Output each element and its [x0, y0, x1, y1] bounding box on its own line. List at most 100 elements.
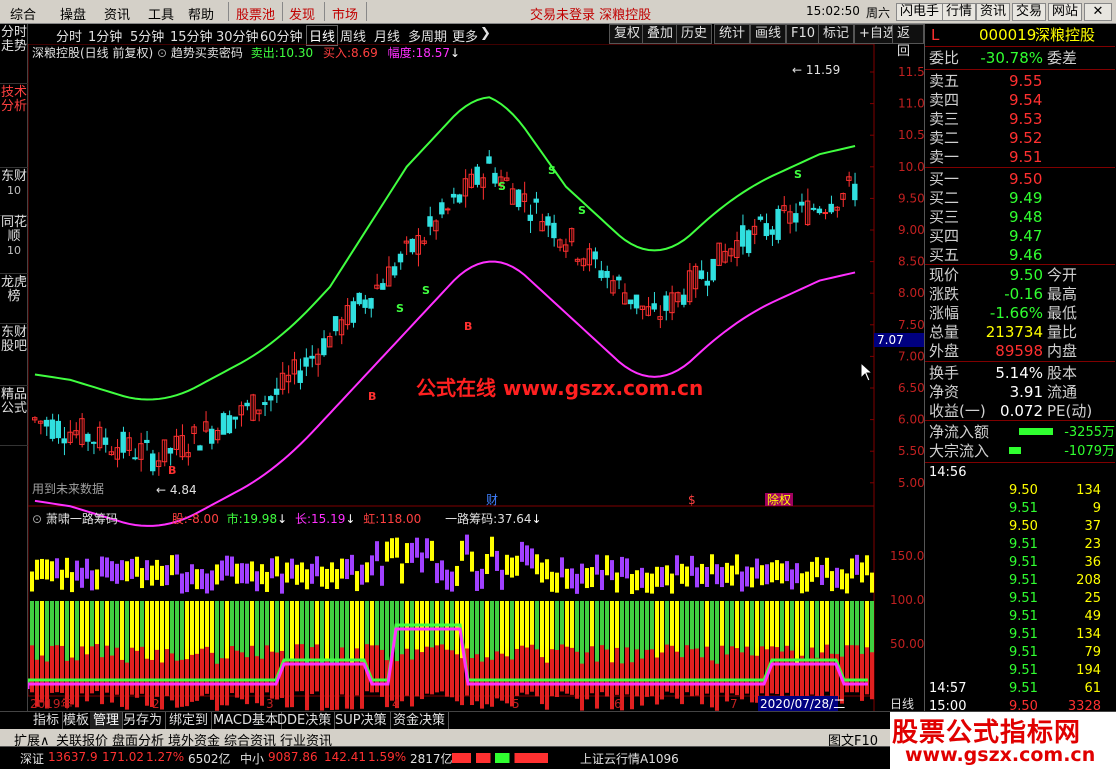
tick-price: 9.51	[1009, 555, 1038, 570]
tab-formulas[interactable]: 精品公式	[0, 386, 28, 446]
ask-row[interactable]: 卖四 9.54	[925, 91, 1115, 110]
period-multi[interactable]: 多周期	[408, 26, 447, 45]
zx-index-change: 142.41	[324, 750, 366, 764]
chip-top-bar	[500, 569, 504, 590]
bid-row[interactable]: 买一 9.50	[925, 170, 1115, 189]
tab-intraday[interactable]: 分时走势	[0, 24, 28, 84]
news-button[interactable]: 资讯	[976, 3, 1011, 21]
menu-item-bangzhu[interactable]: 帮助	[188, 4, 214, 23]
menu-item-zixun[interactable]: 资讯	[104, 4, 130, 23]
cloud-quote-ticker[interactable]: 上证云行情A1096	[580, 750, 679, 767]
period-15min[interactable]: 15分钟	[170, 26, 213, 45]
chip-bar	[545, 662, 549, 710]
buy-value: 8.69	[351, 46, 378, 60]
tab-bind-to[interactable]: 绑定到	[166, 712, 213, 730]
menu-item-faxian[interactable]: 发现	[289, 4, 315, 23]
tab-longhubang[interactable]: 龙虎榜	[0, 274, 28, 324]
formula-name[interactable]: 趋势买卖密码	[171, 46, 243, 60]
stat-row: 外盘 89598 内盘	[925, 342, 1115, 361]
trade-signal-marker: S	[578, 204, 586, 217]
price-tick-label: 11.00	[898, 97, 924, 111]
arrow-down-icon: ↓	[449, 46, 461, 60]
chip-bar	[675, 651, 679, 699]
candle-body	[598, 270, 604, 279]
tab-sup[interactable]: SUP决策	[332, 712, 391, 730]
menu-item-shichang[interactable]: 市场	[332, 4, 358, 23]
chip-top-bar	[740, 571, 744, 592]
lightning-trade-button[interactable]: 闪电手	[896, 3, 944, 21]
chip-top-bar	[75, 560, 79, 581]
chevron-right-icon[interactable]: ❯	[480, 26, 491, 41]
period-weekly[interactable]: 周线	[340, 26, 366, 45]
period-more[interactable]: 更多	[452, 26, 478, 45]
chip-top-bar	[80, 567, 84, 588]
tab-guba[interactable]: 东财股吧	[0, 324, 28, 386]
tab-template[interactable]: 模板	[60, 712, 94, 730]
trade-button[interactable]: 交易	[1012, 3, 1047, 21]
sz-index-name[interactable]: 深证	[20, 750, 44, 767]
sub-e-value: 37.64	[497, 512, 532, 526]
tab-macd[interactable]: MACD基本	[210, 712, 282, 730]
tab-manage[interactable]: 管理	[90, 712, 124, 730]
chip-bar	[220, 658, 224, 706]
bid-row[interactable]: 买四 9.47	[925, 227, 1115, 246]
tool-f10[interactable]: F10	[786, 24, 821, 44]
tool-overlay[interactable]: 叠加	[642, 24, 679, 44]
tool-fuquan[interactable]: 复权	[609, 24, 646, 44]
ask-row[interactable]: 卖五 9.55	[925, 72, 1115, 91]
candle-body	[309, 355, 315, 359]
website-button[interactable]: 网站	[1048, 3, 1083, 21]
tool-mark[interactable]: 标记	[818, 24, 855, 44]
tool-draw[interactable]: 画线	[750, 24, 787, 44]
candle-body	[439, 202, 445, 215]
menu-item-caopan[interactable]: 操盘	[60, 4, 86, 23]
period-fenshi[interactable]: 分时	[56, 26, 82, 45]
chip-bar	[195, 653, 199, 701]
candle-body	[226, 415, 233, 434]
tick-volume: 37	[1084, 519, 1101, 534]
candle-body	[816, 208, 823, 214]
tab-dongcai[interactable]: 东财 10	[0, 168, 28, 216]
stat-label: 收益(一)	[929, 402, 986, 420]
tab-save-as[interactable]: 另存为	[120, 712, 167, 730]
chip-top-bar	[585, 568, 589, 589]
formula-toggle-icon[interactable]: ⊙	[32, 512, 42, 526]
menu-item-gupiaochi[interactable]: 股票池	[236, 4, 275, 23]
period-5min[interactable]: 5分钟	[130, 26, 164, 45]
period-daily[interactable]: 日线	[306, 25, 339, 46]
chip-top-bar	[415, 537, 419, 558]
bid-row[interactable]: 买二 9.49	[925, 189, 1115, 208]
tab-technical[interactable]: 技术分析	[0, 84, 28, 168]
quote-button[interactable]: 行情	[942, 3, 977, 21]
period-monthly[interactable]: 月线	[374, 26, 400, 45]
tab-label: 东财	[0, 169, 27, 184]
chip-bar	[565, 646, 569, 694]
tab-indicator[interactable]: 指标	[30, 712, 64, 730]
sz-index-amount: 6502亿	[188, 752, 231, 766]
sub-formula-name[interactable]: 萧啸一路筹码	[46, 512, 118, 526]
period-1min[interactable]: 1分钟	[88, 26, 122, 45]
ask-row[interactable]: 卖一 9.51	[925, 148, 1115, 167]
close-icon[interactable]: ✕	[1084, 3, 1112, 21]
menu-item-gongju[interactable]: 工具	[148, 4, 174, 23]
zx-index-name[interactable]: 中小	[240, 750, 264, 767]
bid-row[interactable]: 买三 9.48	[925, 208, 1115, 227]
bid-row[interactable]: 买五 9.46	[925, 246, 1115, 265]
ask-row[interactable]: 卖三 9.53	[925, 110, 1115, 129]
period-60min[interactable]: 60分钟	[260, 26, 303, 45]
tool-history[interactable]: 历史	[676, 24, 713, 44]
chip-top-bar	[725, 562, 729, 583]
menu-separator	[228, 2, 229, 21]
tab-dde[interactable]: DDE决策	[274, 712, 336, 730]
menu-item-zonghe[interactable]: 综合	[10, 4, 36, 23]
chip-bar	[125, 662, 129, 710]
chip-bar	[200, 648, 204, 696]
tool-back[interactable]: 返回	[892, 24, 924, 59]
chip-bar	[790, 650, 794, 698]
tool-stats[interactable]: 统计	[714, 24, 751, 44]
tab-tonghuashun[interactable]: 同花顺 10	[0, 214, 28, 274]
formula-toggle-icon[interactable]: ⊙	[157, 46, 167, 60]
tab-fund[interactable]: 资金决策	[390, 712, 450, 730]
period-30min[interactable]: 30分钟	[216, 26, 259, 45]
ask-row[interactable]: 卖二 9.52	[925, 129, 1115, 148]
